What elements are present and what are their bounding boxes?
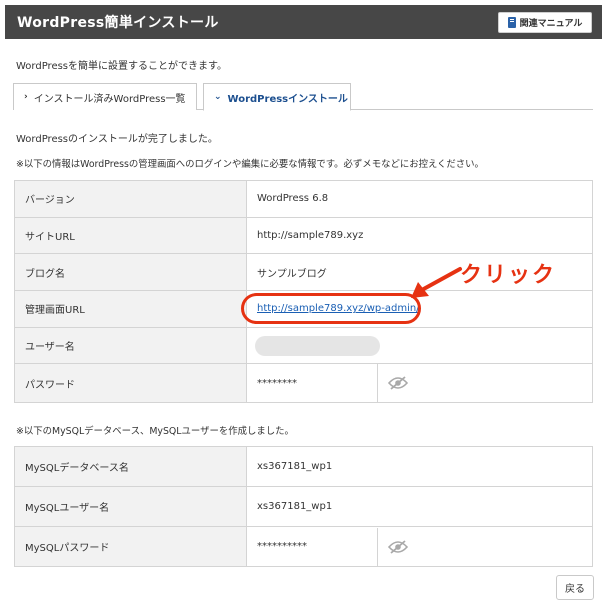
tab-bar: › インストール済みWordPress一覧 ⌄ WordPressインストール [13,83,593,111]
tab-installed-list[interactable]: › インストール済みWordPress一覧 [13,83,197,110]
install-info-table: バージョン WordPress 6.8 サイトURL http://sample… [14,180,593,404]
redacted-username [255,335,380,356]
row-label-password: パスワード [14,363,247,404]
row-label-username: ユーザー名 [14,326,247,365]
info-note: ※以下の情報はWordPressの管理画面へのログインや編集に必要な情報です。必… [16,159,484,170]
table-row: MySQLデータベース名 xs367181_wp1 [14,446,593,487]
tab-wordpress-install[interactable]: ⌄ WordPressインストール [203,83,351,111]
table-row: 管理画面URL http://sample789.xyz/wp-admin/ [14,290,593,328]
db-password-toggle-button[interactable] [377,527,408,566]
password-masked: ******** [257,377,297,389]
row-label-db-user: MySQLユーザー名 [14,486,247,527]
row-label-admin-url: 管理画面URL [14,290,247,328]
chevron-down-icon: ⌄ [214,92,222,102]
table-row: パスワード ******** [14,363,593,404]
row-value-site-url: http://sample789.xyz [246,216,593,255]
row-label-blog-name: ブログ名 [14,253,247,292]
password-toggle-button[interactable] [377,364,408,403]
annotation-arrow [411,267,462,298]
eye-slash-icon [388,539,408,554]
row-label-version: バージョン [14,180,247,218]
row-label-db-name: MySQLデータベース名 [14,446,247,487]
page-header: WordPress簡単インストール 関連マニュアル [5,5,602,39]
book-icon [507,17,516,28]
row-value-db-password: ********** [246,526,593,567]
table-row: ユーザー名 [14,326,593,365]
mysql-info-table: MySQLデータベース名 xs367181_wp1 MySQLユーザー名 xs3… [14,446,593,567]
complete-message: WordPressのインストールが完了しました。 [16,134,218,145]
row-value-db-user: xs367181_wp1 [246,486,593,527]
mysql-note: ※以下のMySQLデータベース、MySQLユーザーを作成しました。 [16,426,294,437]
row-value-version: WordPress 6.8 [246,180,593,218]
table-row: サイトURL http://sample789.xyz [14,216,593,255]
row-value-db-name: xs367181_wp1 [246,446,593,487]
row-label-site-url: サイトURL [14,216,247,255]
tab-label: WordPressインストール [227,93,348,105]
table-row: バージョン WordPress 6.8 [14,180,593,218]
db-password-masked: ********** [257,541,307,552]
row-value-username [246,326,593,365]
table-row: MySQLユーザー名 xs367181_wp1 [14,486,593,527]
manual-button-label: 関連マニュアル [519,19,583,29]
page-title: WordPress簡単インストール [17,15,219,31]
intro-text: WordPressを簡単に設置することができます。 [16,61,228,72]
row-value-password: ******** [246,363,593,404]
eye-slash-icon [388,376,408,391]
manual-button[interactable]: 関連マニュアル [498,12,592,33]
annotation-label: クリック [460,263,557,288]
row-label-db-password: MySQLパスワード [14,526,247,567]
tab-label: インストール済みWordPress一覧 [33,93,186,105]
table-row: MySQLパスワード ********** [14,526,593,567]
back-button[interactable]: 戻る [556,575,594,600]
chevron-right-icon: › [24,92,28,102]
admin-url-link[interactable]: http://sample789.xyz/wp-admin/ [257,303,420,314]
